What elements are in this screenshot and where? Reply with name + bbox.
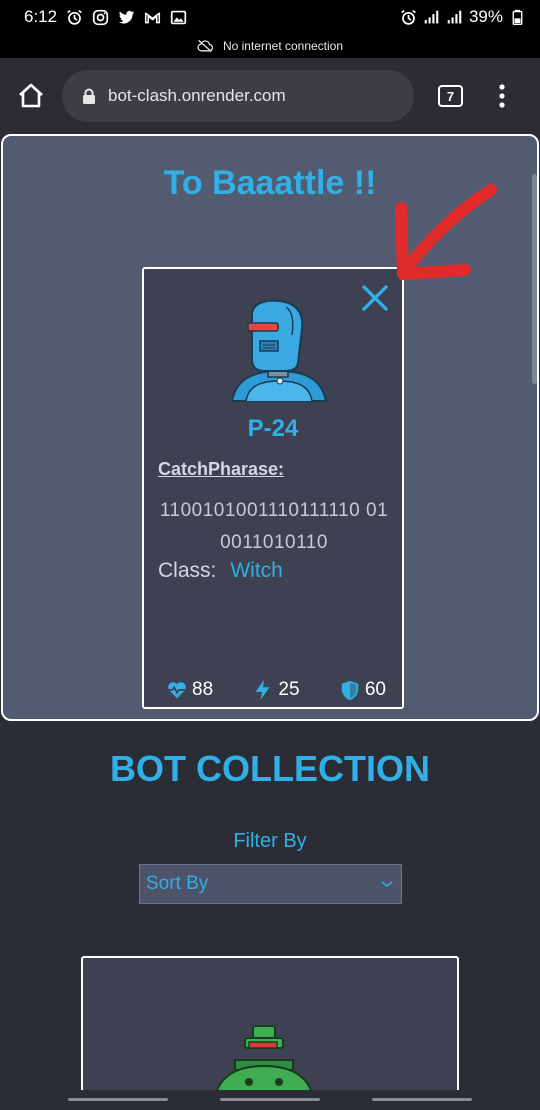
robot-avatar: [230, 299, 328, 402]
instagram-icon: [92, 9, 109, 25]
sort-selected-value: Sort By: [146, 873, 209, 894]
close-icon[interactable]: [360, 283, 390, 313]
alarm-icon: [67, 9, 82, 25]
collection-title: BOT COLLECTION: [110, 748, 430, 789]
class-value: Witch: [230, 559, 283, 582]
damage-value: 25: [278, 679, 300, 700]
twitter-icon: [118, 10, 135, 23]
bot-name: P-24: [247, 415, 299, 442]
tab-count-label: 7: [446, 88, 455, 104]
robot-avatar: [213, 1025, 315, 1100]
url-text[interactable]: bot-clash.onrender.com: [108, 86, 286, 106]
gesture-pill: [372, 1098, 472, 1101]
tab-switcher-button[interactable]: 7: [438, 85, 463, 107]
annotation-arrow-icon: [395, 184, 497, 280]
sort-dropdown[interactable]: Sort By: [139, 864, 402, 904]
lightning-icon: [256, 679, 270, 701]
browser-toolbar: bot-clash.onrender.com 7: [0, 58, 540, 134]
battery-percent: 39%: [468, 7, 503, 26]
status-right: 39%: [400, 7, 526, 27]
armor-stat: 60: [339, 679, 386, 701]
gmail-icon: [145, 11, 161, 23]
class-label: Class:: [158, 559, 217, 582]
health-stat: 88: [166, 679, 213, 701]
status-left: 6:12: [24, 7, 187, 27]
bot-stats: 88 25 60: [166, 679, 386, 701]
battle-bot-card[interactable]: P-24 CatchPharase: 1100101001110111110 0…: [142, 267, 404, 709]
home-icon[interactable]: [16, 81, 46, 111]
battle-panel: To Baaattle !! P-24 CatchPharase: 110010…: [1, 134, 539, 721]
chevron-down-icon: [381, 881, 393, 887]
battery-icon: [512, 9, 523, 25]
lock-icon[interactable]: [82, 88, 96, 105]
offline-banner: No internet connection: [0, 34, 540, 58]
page-content: To Baaattle !! P-24 CatchPharase: 110010…: [0, 134, 540, 1110]
catchphrase-value: 1100101001110111110 010011010110: [159, 500, 389, 553]
alarm-icon: [401, 9, 416, 25]
damage-stat: 25: [252, 679, 300, 701]
status-time: 6:12: [24, 7, 58, 26]
gesture-bar: [0, 1090, 540, 1110]
heartbeat-icon: [167, 682, 187, 699]
catchphrase-label: CatchPharase:: [158, 459, 285, 479]
armor-value: 60: [364, 679, 386, 700]
class-row: Class: Witch: [158, 559, 283, 583]
address-bar[interactable]: bot-clash.onrender.com: [62, 70, 414, 122]
gallery-icon: [170, 10, 187, 24]
shield-icon: [341, 680, 359, 701]
more-menu-icon[interactable]: [494, 83, 510, 109]
signal-icon: [447, 10, 462, 23]
health-value: 88: [192, 679, 214, 700]
gesture-pill: [68, 1098, 168, 1101]
offline-text: No internet connection: [222, 39, 344, 53]
scrollbar[interactable]: [532, 174, 537, 384]
collection-bot-card[interactable]: [81, 956, 459, 1110]
filter-label: Filter By: [233, 830, 307, 852]
cloud-off-icon: [197, 39, 213, 53]
status-bar: 6:12 39%: [0, 0, 540, 34]
signal-icon: [424, 10, 439, 23]
gesture-pill: [220, 1098, 320, 1101]
